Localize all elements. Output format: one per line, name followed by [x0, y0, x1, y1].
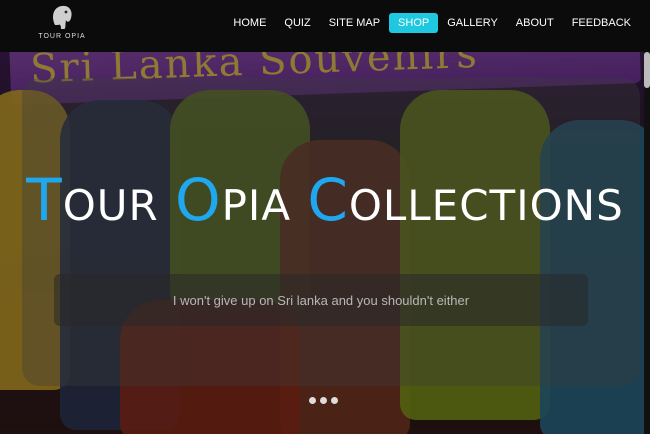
nav-home[interactable]: HOME [224, 13, 275, 33]
logo-text: TOUR OPIA [38, 33, 86, 40]
elephant-logo-icon [53, 5, 72, 30]
nav-about[interactable]: ABOUT [507, 13, 563, 33]
site-logo[interactable]: TOUR OPIA [38, 3, 85, 49]
hero-subtitle-box: I won't give up on Sri lanka and you sho… [54, 274, 588, 326]
nav-feedback[interactable]: FEEDBACK [563, 13, 640, 33]
nav-site-map[interactable]: SITE MAP [320, 13, 389, 33]
title-word: OUR [62, 181, 159, 230]
nav-gallery[interactable]: GALLERY [438, 13, 507, 33]
title-initial: O [174, 166, 222, 234]
title-word: OLLECTIONS [348, 181, 624, 230]
page: Sri Lanka Souvenirs TOUR OPIA COLLECTION… [0, 0, 650, 434]
carousel-dot[interactable] [309, 397, 316, 404]
title-initial: T [26, 166, 63, 234]
navbar: TOUR OPIA HOME QUIZ SITE MAP SHOP GALLER… [0, 0, 650, 52]
scrollbar-thumb[interactable] [644, 52, 650, 88]
carousel-dot[interactable] [331, 397, 338, 404]
carousel-dot[interactable] [320, 397, 327, 404]
hero-title: TOUR OPIA COLLECTIONS [0, 166, 650, 234]
title-word: PIA [221, 181, 292, 230]
title-initial: C [307, 166, 349, 234]
main-nav: HOME QUIZ SITE MAP SHOP GALLERY ABOUT FE… [224, 13, 640, 33]
hero-subtitle: I won't give up on Sri lanka and you sho… [172, 292, 470, 308]
nav-shop[interactable]: SHOP [389, 13, 439, 33]
nav-quiz[interactable]: QUIZ [275, 13, 319, 33]
carousel-indicators [309, 397, 338, 404]
page-scrollbar[interactable] [644, 52, 650, 434]
